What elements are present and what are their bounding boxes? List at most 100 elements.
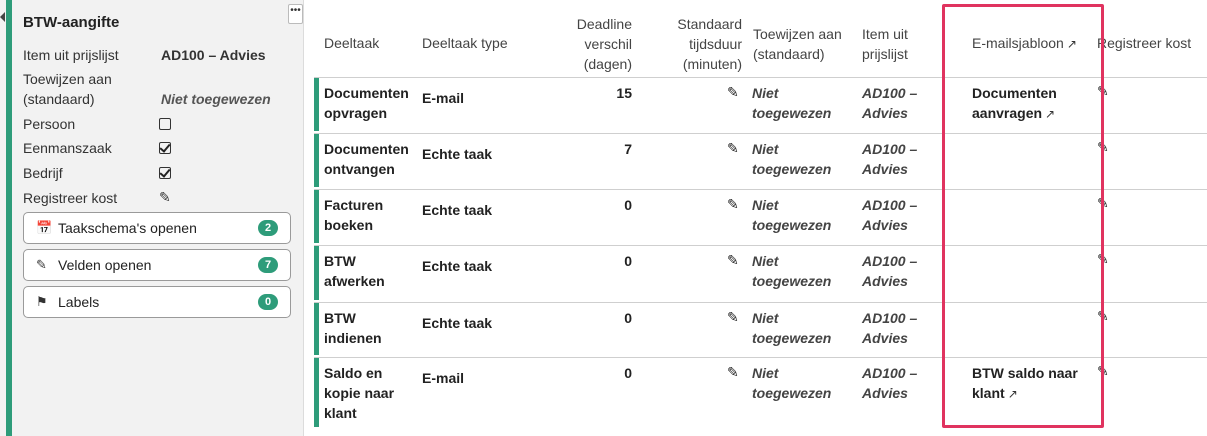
- row-accent-bar: [314, 303, 319, 355]
- header-registreer-kost[interactable]: Registreer kost: [1097, 33, 1191, 53]
- edit-duration-pencil-icon[interactable]: ✎: [727, 250, 739, 270]
- tags-icon: ⚑: [36, 294, 48, 309]
- assignee: Niet toegewezen: [752, 83, 831, 123]
- header-item-line1: Item uit: [862, 26, 908, 42]
- task-name-line: indienen: [324, 330, 382, 346]
- row-accent-bar: [314, 134, 319, 187]
- assignee: Niet toegewezen: [752, 195, 831, 235]
- open-fields-label: Velden openen: [58, 257, 152, 273]
- header-deeltaak[interactable]: Deeltaak: [324, 33, 379, 53]
- price-item-line: AD100 –: [862, 253, 918, 269]
- price-item-line: Advies: [862, 217, 908, 233]
- register-cost-pencil-icon[interactable]: ✎: [1097, 249, 1109, 269]
- header-duur[interactable]: Standaard tijdsduur (minuten): [664, 14, 742, 74]
- task-name-line: opvragen: [324, 105, 388, 121]
- email-template-link-line: aanvragen: [972, 105, 1043, 121]
- row-accent-bar: [314, 190, 319, 243]
- deadline-days: 0: [624, 253, 632, 269]
- email-template-link[interactable]: BTW saldo naar klant ↗: [972, 363, 1078, 404]
- header-item[interactable]: Item uit prijslijst: [862, 24, 908, 64]
- register-cost-pencil-icon[interactable]: ✎: [1097, 306, 1109, 326]
- task-name-line: Documenten: [324, 141, 409, 157]
- edit-duration-pencil-icon[interactable]: ✎: [727, 307, 739, 327]
- price-item: AD100 – Advies: [862, 195, 917, 235]
- header-toewijzen-line1: Toewijzen aan: [753, 26, 842, 42]
- header-email-template[interactable]: E-mailsjabloon ↗: [972, 33, 1077, 54]
- assignee: Niet toegewezen: [752, 363, 831, 403]
- labels-label: Labels: [58, 294, 100, 310]
- header-toewijzen[interactable]: Toewijzen aan (standaard): [753, 24, 842, 64]
- task-name-line: Documenten: [324, 85, 409, 101]
- price-item: AD100 – Advies: [862, 363, 917, 403]
- email-template-link-line: BTW saldo naar: [972, 365, 1078, 381]
- task-name-line: kopie naar: [324, 385, 395, 401]
- task-type: Echte taak: [422, 202, 493, 218]
- eenmanszaak-checkbox[interactable]: [159, 142, 171, 154]
- assignee-line: toegewezen: [752, 161, 832, 177]
- task-name-line: BTW: [324, 310, 356, 326]
- row-accent-bar: [314, 78, 319, 131]
- header-deadline[interactable]: Deadline verschil (dagen): [560, 14, 632, 74]
- price-item: AD100 – Advies: [862, 251, 917, 291]
- assignee: Niet toegewezen: [752, 251, 831, 291]
- row-accent-bar: [314, 358, 319, 427]
- external-link-icon: ↗: [1007, 387, 1018, 401]
- task-type: Echte taak: [422, 315, 493, 331]
- price-item-label: Item uit prijslijst: [23, 47, 119, 63]
- task-schedules-count-badge: 2: [258, 220, 278, 236]
- price-item-line: Advies: [862, 330, 908, 346]
- price-item-line: Advies: [862, 105, 908, 121]
- edit-duration-pencil-icon[interactable]: ✎: [727, 194, 739, 214]
- task-name-line: ontvangen: [324, 161, 395, 177]
- task-name-line: afwerken: [324, 273, 385, 289]
- header-duur-line1: Standaard: [677, 16, 742, 32]
- header-deadline-line1: Deadline: [576, 16, 632, 32]
- price-item-line: Advies: [862, 161, 908, 177]
- more-options-button[interactable]: •••: [288, 4, 303, 24]
- external-link-icon: ↗: [1066, 37, 1077, 51]
- assignee-line: toegewezen: [752, 217, 832, 233]
- labels-count-badge: 0: [258, 294, 278, 310]
- panel-title: BTW-aangifte: [23, 14, 120, 31]
- labels-button[interactable]: ⚑ Labels 0: [23, 286, 291, 318]
- collapse-caret-icon[interactable]: [0, 12, 5, 22]
- header-email-template-label: E-mailsjabloon: [972, 35, 1064, 51]
- registreer-kost-label: Registreer kost: [23, 190, 118, 206]
- register-cost-pencil-icon[interactable]: ✎: [1097, 81, 1109, 101]
- price-item: AD100 – Advies: [862, 308, 917, 348]
- register-cost-pencil-icon[interactable]: ✎: [1097, 361, 1109, 381]
- price-item-line: AD100 –: [862, 85, 918, 101]
- price-item: AD100 – Advies: [862, 139, 917, 179]
- open-task-schedules-button[interactable]: 📅 Taakschema's openen 2: [23, 212, 291, 244]
- task-name-line: Facturen: [324, 197, 384, 213]
- price-item-line: Advies: [862, 385, 908, 401]
- assignee-line: toegewezen: [752, 105, 832, 121]
- open-fields-button[interactable]: ✎ Velden openen 7: [23, 249, 291, 281]
- task-type: Echte taak: [422, 258, 493, 274]
- price-item-line: Advies: [862, 273, 908, 289]
- price-item-value: AD100 – Advies: [161, 47, 266, 63]
- price-item-line: AD100 –: [862, 365, 918, 381]
- header-deadline-line3: (dagen): [583, 56, 632, 72]
- header-deeltaak-type[interactable]: Deeltaak type: [422, 33, 508, 53]
- edit-duration-pencil-icon[interactable]: ✎: [727, 82, 739, 102]
- task-name-line: Saldo en: [324, 365, 383, 381]
- eenmanszaak-label: Eenmanszaak: [23, 140, 112, 156]
- email-template-link[interactable]: Documenten aanvragen ↗: [972, 83, 1057, 124]
- bedrijf-checkbox[interactable]: [159, 167, 171, 179]
- edit-duration-pencil-icon[interactable]: ✎: [727, 362, 739, 382]
- register-cost-pencil-icon[interactable]: ✎: [1097, 193, 1109, 213]
- register-cost-pencil-icon[interactable]: ✎: [1097, 137, 1109, 157]
- edit-duration-pencil-icon[interactable]: ✎: [727, 138, 739, 158]
- header-duur-line2: tijdsduur: [689, 36, 742, 52]
- persoon-checkbox[interactable]: [159, 118, 171, 130]
- assignee-line: toegewezen: [752, 385, 832, 401]
- email-template-link-line: Documenten: [972, 85, 1057, 101]
- header-deadline-line2: verschil: [584, 36, 632, 52]
- pencil-icon[interactable]: ✎: [159, 187, 171, 207]
- assignee-line: Niet: [752, 141, 779, 157]
- calendar-icon: 📅: [36, 220, 53, 235]
- task-name: Saldo en kopie naar klant: [324, 363, 394, 423]
- deadline-days: 0: [624, 197, 632, 213]
- price-item-line: AD100 –: [862, 197, 918, 213]
